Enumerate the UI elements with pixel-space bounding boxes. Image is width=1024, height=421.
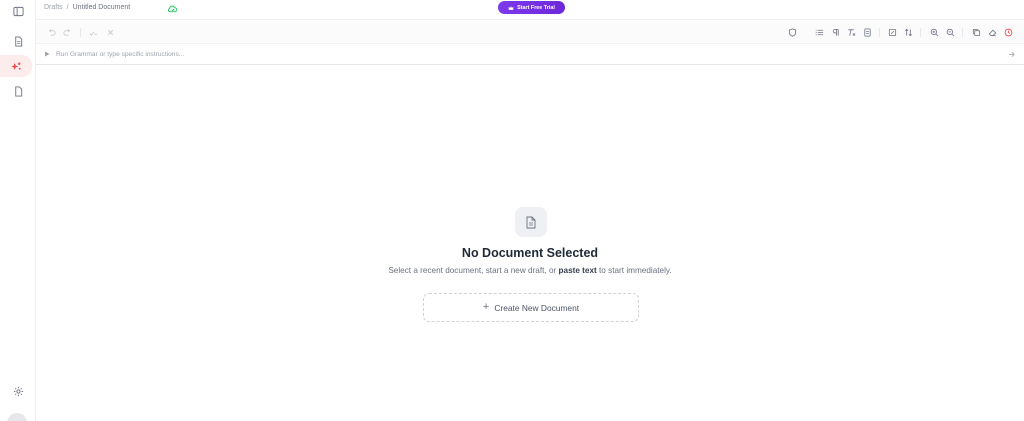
clear-icon — [107, 29, 113, 35]
sort-icon — [904, 28, 912, 36]
empty-state-title: No Document Selected — [461, 246, 599, 260]
play-icon[interactable] — [44, 51, 50, 57]
shield-icon — [788, 27, 796, 37]
undo-icon — [48, 28, 56, 36]
edit-button[interactable] — [887, 27, 897, 37]
document-info-button[interactable] — [862, 27, 872, 37]
instruction-bar — [36, 44, 1024, 65]
document-info-icon — [863, 27, 871, 37]
history-icon — [1004, 28, 1012, 36]
start-free-trial-button[interactable]: Start Free Trial — [498, 1, 565, 14]
empty-state-subtitle: Select a recent document, start a new dr… — [36, 266, 1024, 275]
toolbar-divider — [879, 28, 880, 37]
history-button[interactable] — [1003, 27, 1013, 37]
app-root: Drafts / Untitled Document Start Free Tr… — [0, 0, 1024, 421]
document-icon — [14, 35, 22, 47]
trial-button-label: Start Free Trial — [517, 4, 555, 11]
redo-button[interactable] — [62, 27, 72, 37]
breadcrumb: Drafts / Untitled Document — [44, 4, 130, 11]
paragraph-button[interactable] — [830, 27, 840, 37]
zoom-in-icon — [930, 28, 938, 36]
paste-text-hint: paste text — [558, 266, 597, 275]
breadcrumb-root[interactable]: Drafts — [44, 4, 63, 11]
instruction-input[interactable] — [56, 48, 656, 61]
toolbar-divider — [80, 28, 81, 37]
arrow-right-icon[interactable] — [1008, 51, 1015, 58]
undo-button[interactable] — [46, 27, 56, 37]
create-new-document-button[interactable]: + Create New Document — [423, 293, 639, 322]
sidebar-item-pages[interactable] — [5, 80, 31, 102]
zoom-out-button[interactable] — [945, 27, 955, 37]
shield-button[interactable] — [787, 27, 797, 37]
clear-format-icon — [847, 28, 855, 36]
list-button[interactable] — [814, 27, 824, 37]
page-icon — [14, 85, 22, 97]
zoom-out-icon — [946, 28, 954, 36]
document-icon — [526, 216, 536, 228]
redo-icon — [62, 28, 70, 36]
create-button-label: Create New Document — [494, 302, 580, 313]
empty-state: No Document Selected Select a recent doc… — [36, 65, 1024, 421]
eraser-button[interactable] — [987, 27, 997, 37]
left-rail — [0, 0, 36, 421]
subtitle-text-end: to start immediately. — [596, 266, 672, 275]
sort-button[interactable] — [903, 27, 913, 37]
edit-icon — [888, 28, 896, 36]
toolbar-divider — [920, 28, 921, 37]
breadcrumb-separator: / — [66, 4, 69, 11]
sidebar-item-grammar[interactable] — [0, 55, 32, 77]
cloud-sync-icon — [168, 5, 178, 13]
editor-toolbar — [36, 21, 1024, 44]
clear-button[interactable] — [105, 27, 115, 37]
spellcheck-icon — [89, 31, 97, 36]
copy-button[interactable] — [971, 27, 981, 37]
zoom-in-button[interactable] — [929, 27, 939, 37]
copy-icon — [972, 28, 980, 36]
empty-state-badge — [515, 207, 547, 237]
sidebar-toggle-button[interactable] — [5, 0, 31, 22]
eraser-icon — [988, 29, 996, 36]
settings-icon — [13, 386, 23, 396]
breadcrumb-current[interactable]: Untitled Document — [73, 4, 131, 11]
top-bar: Drafts / Untitled Document Start Free Tr… — [36, 0, 1024, 20]
crown-icon — [508, 5, 514, 10]
plus-icon: + — [482, 301, 490, 313]
paragraph-icon — [832, 28, 839, 36]
subtitle-text: Select a recent document, start a new dr… — [388, 266, 559, 275]
list-icon — [815, 29, 823, 35]
settings-button[interactable] — [5, 380, 31, 402]
sparkle-icon — [10, 62, 21, 70]
spellcheck-button[interactable] — [88, 27, 98, 37]
avatar[interactable] — [7, 413, 27, 421]
sidebar-toggle-icon — [12, 6, 24, 16]
sidebar-item-documents[interactable] — [5, 30, 31, 52]
clear-format-button[interactable] — [846, 27, 856, 37]
toolbar-divider — [962, 28, 963, 37]
